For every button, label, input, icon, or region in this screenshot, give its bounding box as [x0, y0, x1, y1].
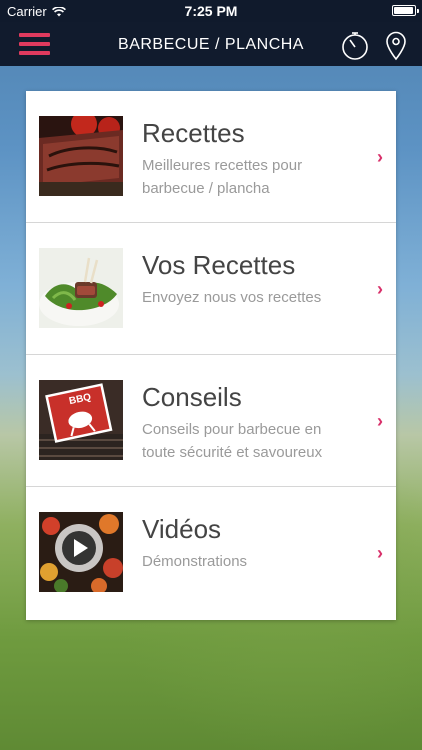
menu-item-videos[interactable]: Vidéos Démonstrations ›	[26, 487, 396, 620]
menu-item-title: Conseils	[142, 382, 242, 412]
status-bar: Carrier 7:25 PM	[0, 0, 422, 22]
menu-item-recettes[interactable]: Recettes Meilleures recettes pour barbec…	[26, 91, 396, 223]
grilled-steak-photo	[39, 116, 123, 196]
lamb-chops-salad-photo	[39, 248, 123, 328]
chevron-right-icon: ›	[377, 411, 383, 431]
nav-bar: BARBECUE / PLANCHA	[0, 22, 422, 66]
grilled-vegetables-video-photo	[39, 512, 123, 592]
timer-icon[interactable]	[340, 31, 370, 61]
menu-item-subtitle: Conseils pour barbecue en toute sécurité…	[142, 421, 323, 461]
chevron-right-icon: ›	[377, 543, 383, 563]
menu-card: Recettes Meilleures recettes pour barbec…	[26, 91, 396, 620]
battery-icon	[392, 5, 419, 16]
menu-item-subtitle: Meilleures recettes pour barbecue / plan…	[142, 157, 303, 197]
battery-nub	[417, 9, 419, 13]
menu-item-vos-recettes[interactable]: Vos Recettes Envoyez nous vos recettes ›	[26, 223, 396, 355]
status-time: 7:25 PM	[184, 3, 238, 19]
chevron-right-icon: ›	[377, 279, 383, 299]
bbq-sign-photo: BBQ	[39, 380, 123, 460]
menu-item-conseils[interactable]: BBQ Conseils Conseils pour barbecue en t…	[26, 355, 396, 487]
chevron-right-icon: ›	[377, 147, 383, 167]
menu-item-subtitle: Démonstrations	[142, 553, 248, 570]
map-pin-icon[interactable]	[385, 31, 407, 61]
menu-item-title: Recettes	[142, 118, 245, 148]
menu-item-title: Vidéos	[142, 514, 222, 544]
menu-item-title: Vos Recettes	[142, 250, 296, 280]
menu-item-subtitle: Envoyez nous vos recettes	[142, 289, 322, 306]
battery-fill	[394, 7, 413, 14]
